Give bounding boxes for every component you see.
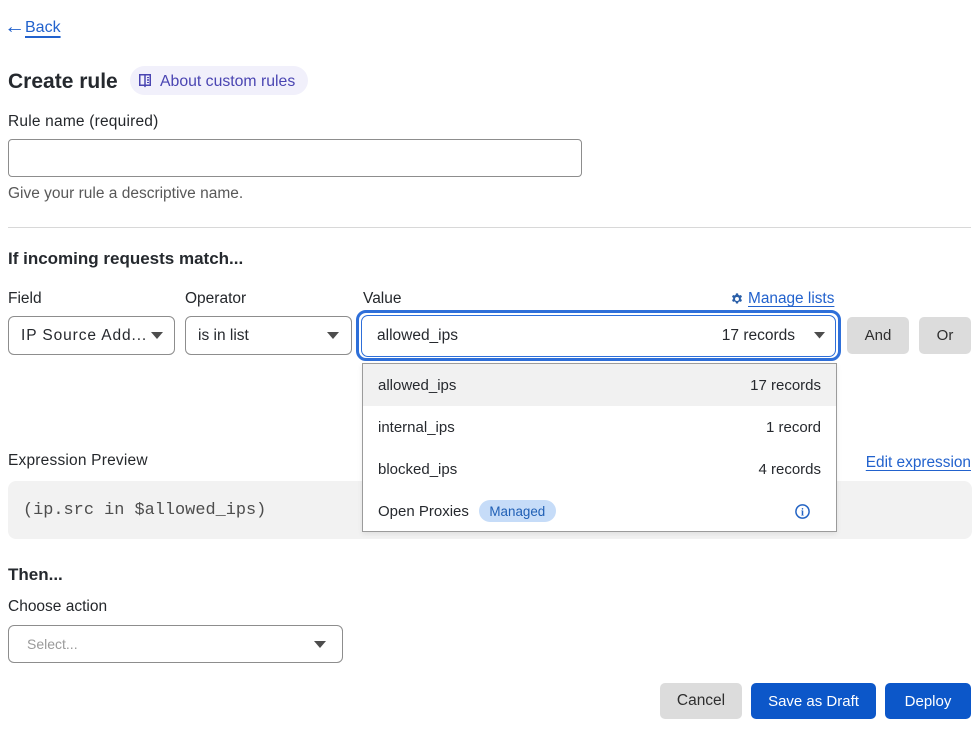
svg-text:i: i [801,507,804,518]
